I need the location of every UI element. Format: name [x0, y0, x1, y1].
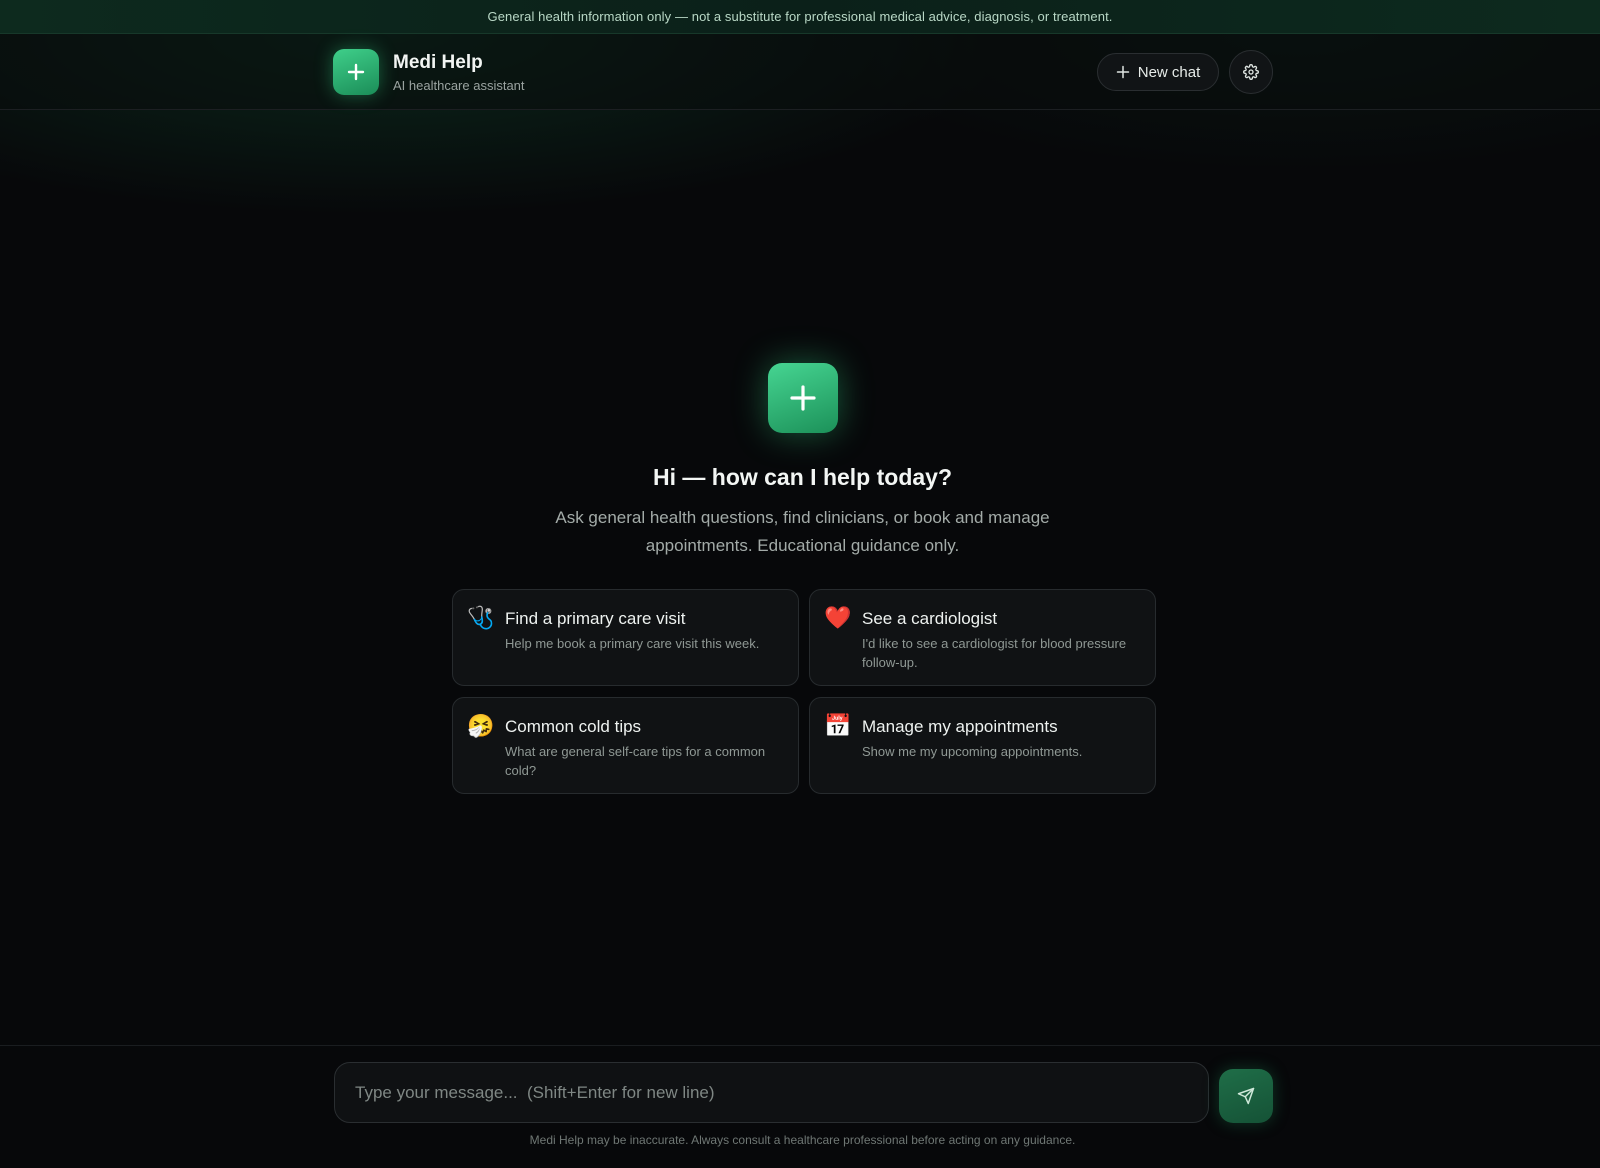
suggestion-title: See a cardiologist	[862, 609, 998, 628]
plus-icon	[790, 385, 816, 411]
suggestion-description: What are general self-care tips for a co…	[505, 744, 766, 778]
new-chat-label: New chat	[1137, 63, 1201, 81]
suggestion-card-primary-care[interactable]: 🩺 Find a primary care visit Help me book…	[452, 589, 799, 686]
composer-divider	[0, 1045, 1600, 1046]
suggestion-card-cardiologist[interactable]: ❤️ See a cardiologist I'd like to see a …	[809, 589, 1156, 686]
message-input[interactable]	[355, 1082, 1188, 1103]
suggestion-card-cold-tips[interactable]: 🤧 Common cold tips What are general self…	[452, 697, 799, 794]
send-icon	[1237, 1087, 1255, 1105]
app-header: Medi Help AI healthcare assistant New ch…	[0, 34, 1600, 110]
app-logo	[333, 49, 379, 95]
heart-icon: ❤️	[824, 605, 852, 630]
suggestion-card-appointments[interactable]: 📅 Manage my appointments Show me my upco…	[809, 697, 1156, 794]
hero-logo	[768, 363, 838, 433]
new-chat-button[interactable]: New chat	[1097, 53, 1219, 91]
plus-icon	[1116, 65, 1129, 79]
stethoscope-icon: 🩺	[467, 605, 495, 630]
disclaimer-banner: General health information only — not a …	[0, 0, 1600, 34]
send-button[interactable]	[1219, 1069, 1273, 1123]
welcome-title: Hi — how can I help today?	[652, 464, 953, 490]
suggestion-description: I'd like to see a cardiologist for blood…	[862, 636, 1127, 670]
footer-disclaimer: Medi Help may be inaccurate. Always cons…	[529, 1133, 1076, 1147]
suggestion-title: Find a primary care visit	[505, 609, 686, 628]
app-subtitle: AI healthcare assistant	[393, 77, 525, 93]
suggestion-description: Show me my upcoming appointments.	[862, 744, 1083, 759]
sneezing-face-icon: 🤧	[467, 713, 495, 738]
brand[interactable]: Medi Help AI healthcare assistant	[333, 49, 525, 95]
banner-text: General health information only — not a …	[487, 9, 1113, 24]
suggestion-description: Help me book a primary care visit this w…	[505, 636, 760, 651]
settings-button[interactable]	[1229, 50, 1273, 94]
message-composer[interactable]	[334, 1062, 1209, 1123]
app-title: Medi Help	[393, 51, 483, 73]
suggestion-title: Common cold tips	[505, 717, 642, 736]
welcome-subtitle: Ask general health questions, find clini…	[555, 508, 1050, 555]
gear-icon	[1243, 64, 1259, 80]
plus-icon	[347, 63, 365, 81]
suggestion-title: Manage my appointments	[862, 717, 1058, 736]
calendar-icon: 📅	[824, 713, 852, 738]
